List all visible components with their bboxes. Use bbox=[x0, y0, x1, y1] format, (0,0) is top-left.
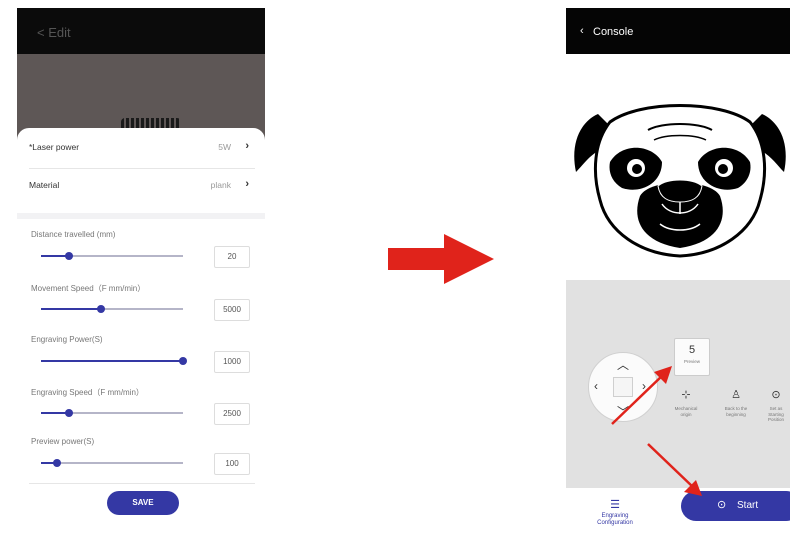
slider-thumb[interactable] bbox=[53, 459, 61, 467]
arrow-left-icon[interactable]: ‹ bbox=[594, 379, 598, 393]
preview-power-slider[interactable] bbox=[41, 459, 183, 467]
back-button[interactable]: < Edit bbox=[37, 25, 71, 40]
preview-label: Preview bbox=[683, 359, 700, 364]
material-value: plank bbox=[210, 180, 231, 190]
set-starting-position-label: Set as Starting Position bbox=[767, 406, 784, 422]
movement-speed-input[interactable]: 5000 bbox=[214, 299, 250, 321]
flow-arrow-icon bbox=[388, 234, 494, 284]
edit-topbar: < Edit bbox=[17, 8, 265, 54]
pug-engraving-image bbox=[574, 104, 786, 258]
back-chevron-icon[interactable]: ‹ bbox=[580, 25, 584, 37]
movement-speed-slider[interactable] bbox=[41, 305, 183, 313]
save-button[interactable]: SAVE bbox=[107, 491, 179, 515]
play-circle-icon: ⊙ bbox=[717, 499, 727, 511]
laser-power-row[interactable]: *Laser power 5W › bbox=[29, 130, 255, 164]
laser-power-value: 5W bbox=[218, 142, 231, 152]
back-to-beginning-button[interactable]: ♙ Back to the beginning bbox=[722, 388, 750, 417]
engraving-speed-label: Engraving Speed（F mm/min） bbox=[31, 388, 144, 397]
engraving-power-label: Engraving Power(S) bbox=[31, 335, 103, 344]
engraving-speed-slider[interactable] bbox=[41, 409, 183, 417]
preview-power-input[interactable]: 100 bbox=[214, 453, 250, 475]
distance-input[interactable]: 20 bbox=[214, 246, 250, 268]
section-divider bbox=[17, 213, 265, 219]
engraving-speed-input[interactable]: 2500 bbox=[214, 403, 250, 425]
sliders-icon: ☰ bbox=[610, 499, 620, 511]
edit-screen: < Edit *Laser power 5W › Material plank … bbox=[17, 8, 265, 526]
engraving-configuration-button[interactable]: ☰ Engraving Configuration bbox=[584, 498, 646, 527]
annotation-arrow-icon bbox=[647, 443, 702, 496]
image-preview-fragment bbox=[121, 118, 181, 128]
person-icon: ♙ bbox=[731, 389, 741, 401]
slider-thumb[interactable] bbox=[65, 409, 73, 417]
distance-label: Distance travelled (mm) bbox=[31, 230, 116, 239]
preview-power-label: Preview power(S) bbox=[31, 437, 95, 446]
settings-sheet: *Laser power 5W › Material plank › Dista… bbox=[17, 128, 265, 526]
engraving-configuration-label: Engraving Configuration bbox=[597, 513, 633, 526]
laser-power-label: *Laser power bbox=[29, 142, 80, 152]
divider bbox=[29, 483, 255, 484]
slider-thumb[interactable] bbox=[179, 357, 187, 365]
target-icon: ⊙ bbox=[771, 389, 781, 401]
back-to-beginning-label: Back to the beginning bbox=[724, 406, 748, 417]
engraving-power-slider[interactable] bbox=[41, 357, 187, 365]
preview-count: 5 bbox=[688, 344, 696, 356]
engraving-power-input[interactable]: 1000 bbox=[214, 351, 250, 373]
chevron-right-icon: › bbox=[245, 178, 249, 190]
distance-slider[interactable] bbox=[41, 252, 183, 260]
slider-thumb[interactable] bbox=[97, 305, 105, 313]
start-label: Start bbox=[737, 500, 759, 511]
movement-speed-label: Movement Speed（F mm/min） bbox=[31, 284, 146, 293]
slider-thumb[interactable] bbox=[65, 252, 73, 260]
set-starting-position-button[interactable]: ⊙ Set as Starting Position bbox=[762, 388, 790, 423]
material-row[interactable]: Material plank › bbox=[29, 168, 255, 202]
annotation-arrow-icon bbox=[611, 366, 672, 425]
page-title: Console bbox=[593, 26, 634, 38]
chevron-right-icon: › bbox=[245, 140, 249, 152]
material-label: Material bbox=[29, 180, 60, 190]
console-topbar: ‹ Console bbox=[566, 8, 790, 54]
